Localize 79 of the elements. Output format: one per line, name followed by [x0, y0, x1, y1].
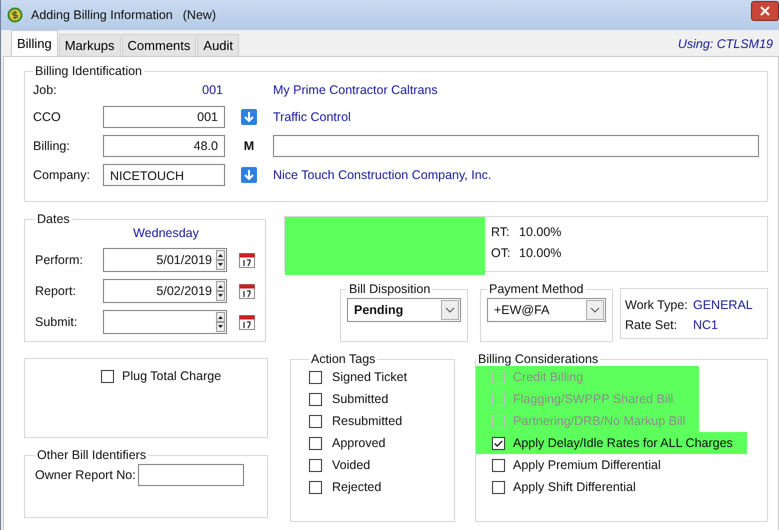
checkbox[interactable] [101, 370, 114, 382]
company-description: Nice Touch Construction Company, Inc. [273, 168, 492, 182]
work-info-value: GENERAL [693, 298, 753, 312]
down-arrow-icon[interactable] [241, 166, 257, 182]
job-value: 001 [201, 83, 224, 97]
checkbox-label[interactable]: Voided [332, 458, 370, 472]
tab[interactable]: Audit [197, 34, 240, 56]
checkbox-label[interactable]: Apply Premium Differential [513, 458, 661, 472]
date-field[interactable]: 5/02/2019 [103, 278, 227, 302]
checkbox-label[interactable]: Rejected [332, 480, 382, 494]
cco-label: CCO [33, 110, 62, 124]
checkbox[interactable] [309, 392, 322, 406]
tab[interactable]: Comments [122, 34, 196, 56]
tab[interactable]: Billing [11, 30, 58, 56]
checkbox[interactable] [492, 458, 505, 472]
window-status: (New) [182, 8, 216, 22]
group-title: Billing Considerations [477, 352, 600, 366]
text-field[interactable] [138, 464, 244, 486]
group-title: Other Bill Identifiers [36, 448, 148, 462]
bill-disposition-dropdown[interactable]: Pending [347, 298, 461, 322]
down-arrow-icon[interactable] [241, 108, 257, 124]
spinner-arrows-icon[interactable] [216, 280, 225, 300]
checkbox[interactable] [309, 458, 322, 472]
spinner-arrows-icon[interactable] [216, 312, 225, 332]
cco-field[interactable]: 001 [103, 106, 225, 128]
job-label: Job: [33, 83, 58, 97]
checkbox-label[interactable]: Approved [332, 436, 386, 450]
checkbox-label[interactable]: Apply Delay/Idle Rates for ALL Charges [513, 436, 733, 450]
checkbox-label[interactable]: Resubmitted [332, 414, 402, 428]
group-title: Payment Method [488, 282, 584, 296]
group-title: Dates [36, 212, 71, 226]
checkbox-label[interactable]: Submitted [332, 392, 388, 406]
close-icon [760, 6, 770, 16]
billing-field[interactable]: 48.0 [103, 134, 225, 156]
rate-value: 10.00% [519, 246, 562, 260]
checkbox-label[interactable]: Apply Shift Differential [513, 480, 636, 494]
rate-label: OT: [491, 246, 512, 260]
using-label: Using: CTLSM19 [678, 37, 773, 53]
date-label: Submit: [35, 314, 78, 328]
group-title: Billing Identification [34, 64, 144, 78]
company-field[interactable]: NICETOUCH [103, 164, 225, 186]
job-description: My Prime Contractor Caltrans [273, 83, 438, 97]
cco-description: Traffic Control [273, 110, 351, 124]
checkbox[interactable] [309, 414, 322, 428]
date-field[interactable] [103, 310, 227, 334]
caret-icon [441, 300, 459, 320]
tab[interactable]: Markups [58, 34, 121, 56]
work-info-label: Rate Set: [625, 318, 678, 332]
date-label: Report: [35, 284, 77, 298]
close-button[interactable] [751, 1, 779, 21]
caret-icon [586, 300, 604, 320]
billing-label: Billing: [33, 138, 71, 152]
weekday-label: Wednesday [132, 226, 200, 240]
window-title: Adding Billing Information [31, 8, 173, 22]
payment-method-dropdown[interactable]: +EW@FA [487, 298, 606, 322]
group-title: Action Tags [310, 352, 376, 366]
dollar-coin-icon [7, 7, 23, 23]
rate-value: 10.00% [519, 224, 562, 238]
work-info-label: Work Type: [625, 298, 689, 312]
checkbox[interactable] [492, 436, 505, 450]
checkbox[interactable] [309, 480, 322, 494]
checkbox[interactable] [309, 370, 322, 384]
date-field[interactable]: 5/01/2019 [103, 248, 227, 272]
calendar-icon[interactable] [239, 314, 255, 330]
company-label: Company: [33, 168, 91, 182]
date-label: Perform: [35, 252, 84, 266]
spinner-arrows-icon[interactable] [216, 250, 225, 270]
checkbox[interactable] [492, 480, 505, 494]
rate-label: RT: [491, 224, 511, 238]
checkbox-label[interactable]: Plug Total Charge [122, 369, 222, 383]
group-title: Bill Disposition [348, 282, 432, 296]
calendar-icon[interactable] [239, 282, 255, 298]
checkbox[interactable] [309, 436, 322, 450]
work-info-value: NC1 [693, 318, 718, 332]
billing-note-field[interactable] [273, 134, 759, 156]
field-label: Owner Report No: [35, 468, 136, 482]
calendar-icon[interactable] [239, 252, 255, 268]
billing-mode-label: M [242, 138, 256, 152]
checkbox-label[interactable]: Signed Ticket [332, 370, 408, 384]
